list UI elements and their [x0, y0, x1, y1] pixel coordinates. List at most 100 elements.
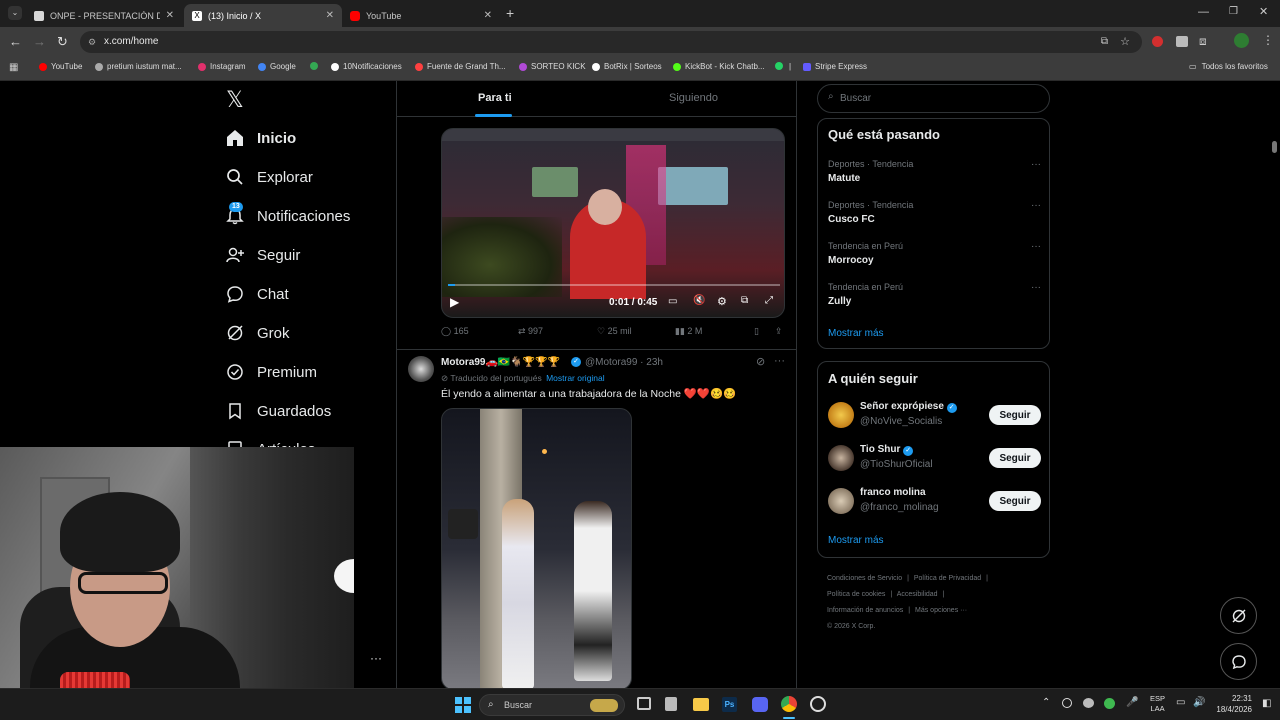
- tray-icon[interactable]: [1104, 698, 1115, 709]
- captions-icon[interactable]: ▭: [668, 296, 677, 307]
- new-tab-icon[interactable]: +: [506, 5, 514, 21]
- bookmark-google[interactable]: Google: [258, 62, 296, 71]
- language-indicator[interactable]: ESP LAA: [1150, 694, 1165, 714]
- bookmark-botrix[interactable]: BotRix | Sorteos: [592, 62, 662, 71]
- nav-inicio[interactable]: Inicio: [226, 129, 296, 147]
- reload-icon[interactable]: ↻: [57, 34, 68, 50]
- extensions-puzzle-icon[interactable]: ⧈: [1199, 34, 1207, 49]
- trend-item[interactable]: Deportes · Tendencia Cusco FC ···: [828, 200, 1041, 225]
- forward-icon[interactable]: →: [33, 34, 46, 49]
- discord-icon[interactable]: [752, 697, 768, 712]
- app-icon[interactable]: [665, 697, 677, 711]
- nav-seguir[interactable]: Seguir: [226, 246, 300, 264]
- taskbar-search[interactable]: ⌕ Buscar: [479, 694, 625, 716]
- tweet-more-icon[interactable]: ···: [774, 355, 785, 367]
- close-window-icon[interactable]: ✕: [1259, 5, 1268, 18]
- bookmark-green[interactable]: [310, 62, 322, 70]
- footer-link[interactable]: Política de Privacidad: [914, 575, 981, 582]
- install-icon[interactable]: ⧉: [1101, 31, 1108, 53]
- nav-guardados[interactable]: Guardados: [226, 402, 331, 420]
- obs-icon[interactable]: [810, 696, 826, 712]
- trend-item[interactable]: Tendencia en Perú Zully ···: [828, 282, 1041, 307]
- browser-tab-active[interactable]: X (13) Inicio / X ✕: [184, 4, 342, 27]
- bookmark-kickbot[interactable]: KickBot - Kick Chatb...: [673, 62, 765, 71]
- account-more-icon[interactable]: ···: [370, 651, 382, 665]
- minimize-icon[interactable]: —: [1198, 6, 1209, 18]
- task-view-icon[interactable]: [637, 697, 651, 710]
- tweet-video[interactable]: [441, 408, 632, 688]
- trend-item[interactable]: Deportes · Tendencia Matute ···: [828, 159, 1041, 184]
- bookmark-fuente[interactable]: Fuente de Grand Th...: [415, 62, 506, 71]
- network-icon[interactable]: ▭: [1176, 697, 1185, 708]
- grok-floating-button[interactable]: [1220, 597, 1257, 634]
- tray-icon[interactable]: 🎤: [1126, 697, 1138, 708]
- trend-more-icon[interactable]: ···: [1031, 159, 1041, 170]
- tray-chevron-icon[interactable]: ⌃: [1042, 697, 1050, 708]
- bookmark-instagram[interactable]: Instagram: [198, 62, 246, 71]
- start-button[interactable]: [455, 697, 471, 713]
- photoshop-icon[interactable]: Ps: [722, 697, 737, 712]
- nav-chat[interactable]: Chat: [226, 285, 289, 303]
- follow-suggestion[interactable]: franco molina @franco_molinag Seguir: [818, 485, 1051, 519]
- close-tab-icon[interactable]: ✕: [166, 10, 174, 21]
- tab-search-icon[interactable]: ⌄: [8, 6, 22, 20]
- site-info-icon[interactable]: ⚙: [88, 31, 96, 53]
- nav-premium[interactable]: Premium: [226, 363, 317, 381]
- footer-link[interactable]: Condiciones de Servicio: [827, 575, 902, 582]
- settings-icon[interactable]: ⚙: [717, 295, 727, 308]
- follow-suggestion[interactable]: Tio Shur ✓ @TioShurOficial Seguir: [818, 442, 1051, 476]
- profile-avatar[interactable]: [1234, 33, 1249, 48]
- bookmark-sorteo-kick[interactable]: SORTEO KICK: [519, 62, 586, 71]
- x-logo[interactable]: 𝕏: [226, 87, 244, 113]
- all-favorites[interactable]: ▭ Todos los favoritos: [1189, 62, 1268, 71]
- mute-icon[interactable]: 🔇: [693, 295, 705, 306]
- views-action[interactable]: ▮▮ 2 M: [675, 326, 702, 337]
- tray-icon[interactable]: [1083, 698, 1094, 708]
- footer-link[interactable]: Información de anuncios: [827, 607, 903, 614]
- back-icon[interactable]: ←: [9, 34, 22, 49]
- tab-siguiendo[interactable]: Siguiendo: [669, 92, 718, 104]
- tweet-author-handle[interactable]: @Motora99 · 23h: [585, 357, 663, 368]
- chrome-icon[interactable]: [781, 696, 797, 712]
- tray-icon[interactable]: [1062, 698, 1072, 708]
- extension-icon[interactable]: [1176, 36, 1188, 47]
- volume-icon[interactable]: 🔊: [1193, 697, 1205, 708]
- tweet-author-name[interactable]: Motora99🚗🇧🇷🐐🏆🏆🏆: [441, 357, 560, 368]
- like-action[interactable]: ♡ 25 mil: [597, 326, 632, 337]
- trend-more-icon[interactable]: ···: [1031, 241, 1041, 252]
- clock[interactable]: 22:31 18/4/2026: [1212, 693, 1252, 715]
- star-icon[interactable]: ☆: [1120, 31, 1130, 53]
- pip-icon[interactable]: ⧉: [741, 295, 748, 306]
- share-icon[interactable]: ⇪: [775, 326, 783, 337]
- bookmark-youtube[interactable]: YouTube: [39, 62, 82, 71]
- fullscreen-icon[interactable]: ⤢: [765, 295, 773, 306]
- tab-para-ti[interactable]: Para ti: [478, 92, 512, 104]
- bookmark-stripe[interactable]: Stripe Express: [803, 62, 867, 71]
- nav-explorar[interactable]: Explorar: [226, 168, 313, 186]
- avatar[interactable]: [408, 356, 434, 382]
- follow-button[interactable]: Seguir: [989, 491, 1041, 511]
- bookmark-pretium[interactable]: pretium iustum mat...: [95, 62, 182, 71]
- bookmark-10notificaciones[interactable]: 10Notificaciones: [331, 62, 402, 71]
- bookmark-action-icon[interactable]: ▯: [754, 326, 759, 337]
- restore-icon[interactable]: ❐: [1229, 6, 1238, 17]
- who-show-more[interactable]: Mostrar más: [828, 535, 884, 546]
- trend-more-icon[interactable]: ···: [1031, 282, 1041, 293]
- browser-tab[interactable]: YouTube ✕: [342, 4, 500, 27]
- video-player[interactable]: ▶ 0:01 / 0:45 ▭ 🔇 ⚙ ⧉ ⤢: [441, 128, 785, 318]
- notification-center-icon[interactable]: ◧: [1262, 698, 1271, 709]
- follow-suggestion[interactable]: Señor exprópiese ✓ @NoVive_Socialis Segu…: [818, 399, 1051, 433]
- play-icon[interactable]: ▶: [450, 295, 459, 309]
- footer-link[interactable]: Accesibilidad: [897, 591, 938, 598]
- show-original-link[interactable]: Mostrar original: [546, 373, 605, 383]
- chrome-menu-icon[interactable]: ⋮: [1262, 33, 1274, 47]
- footer-link[interactable]: Política de cookies: [827, 591, 885, 598]
- grok-tweet-icon[interactable]: ⊘: [756, 355, 765, 368]
- address-bar[interactable]: ⚙ x.com/home ⧉ ☆: [80, 31, 1142, 53]
- nav-grok[interactable]: Grok: [226, 324, 290, 342]
- trend-item[interactable]: Tendencia en Perú Morrocoy ···: [828, 241, 1041, 266]
- extension-red-icon[interactable]: [1152, 36, 1163, 47]
- file-explorer-icon[interactable]: [693, 698, 709, 711]
- retweet-action[interactable]: ⇄ 997: [518, 326, 543, 337]
- page-scrollbar[interactable]: [1272, 141, 1277, 153]
